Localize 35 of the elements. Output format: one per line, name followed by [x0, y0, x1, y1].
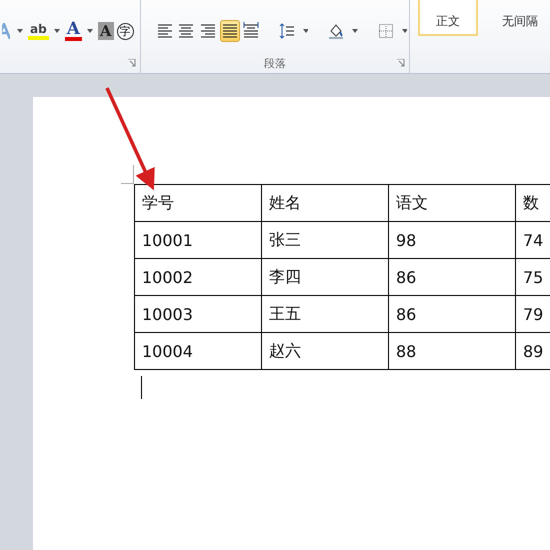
- character-shading-button[interactable]: A: [98, 22, 114, 40]
- margin-mark: [121, 165, 134, 184]
- table-cell: 王五: [262, 296, 388, 332]
- table-cell: 88: [388, 332, 516, 370]
- caret-icon[interactable]: [54, 29, 60, 33]
- group-label: 段落: [263, 56, 287, 72]
- caret-icon[interactable]: [303, 29, 308, 33]
- header-cell: 数: [516, 184, 550, 222]
- caret-icon[interactable]: [86, 29, 93, 33]
- style-option[interactable]: 无间隔: [490, 0, 550, 36]
- table-cell: 张三: [262, 222, 388, 258]
- caret-icon[interactable]: [402, 29, 407, 33]
- dialog-launcher-icon[interactable]: [397, 59, 405, 67]
- dialog-launcher-icon[interactable]: [128, 59, 136, 67]
- caret-icon[interactable]: [352, 29, 358, 33]
- justify-button[interactable]: [220, 20, 240, 42]
- enclose-character-button[interactable]: 字: [116, 22, 134, 40]
- table-cell: 98: [388, 222, 516, 258]
- table-cell: 10001: [134, 222, 262, 258]
- header-cell: 学号: [134, 184, 262, 222]
- highlight-button[interactable]: ab: [28, 22, 49, 40]
- table-cell: 10003: [134, 296, 262, 332]
- font-color-button[interactable]: A: [64, 21, 82, 41]
- table-cell: 10004: [134, 332, 262, 370]
- text-cursor: [141, 376, 142, 399]
- header-cell: 语文: [388, 184, 516, 222]
- style-option[interactable]: 正文: [418, 0, 478, 36]
- table-cell: 赵六: [262, 332, 388, 370]
- header-cell: 姓名: [262, 184, 388, 222]
- table-cell: 李四: [262, 258, 388, 296]
- caret-icon[interactable]: [17, 29, 23, 33]
- table-cell: 86: [388, 296, 516, 332]
- table-cell: 10002: [134, 258, 262, 296]
- text-effects-icon: [2, 23, 10, 39]
- table-cell: 86: [388, 258, 516, 296]
